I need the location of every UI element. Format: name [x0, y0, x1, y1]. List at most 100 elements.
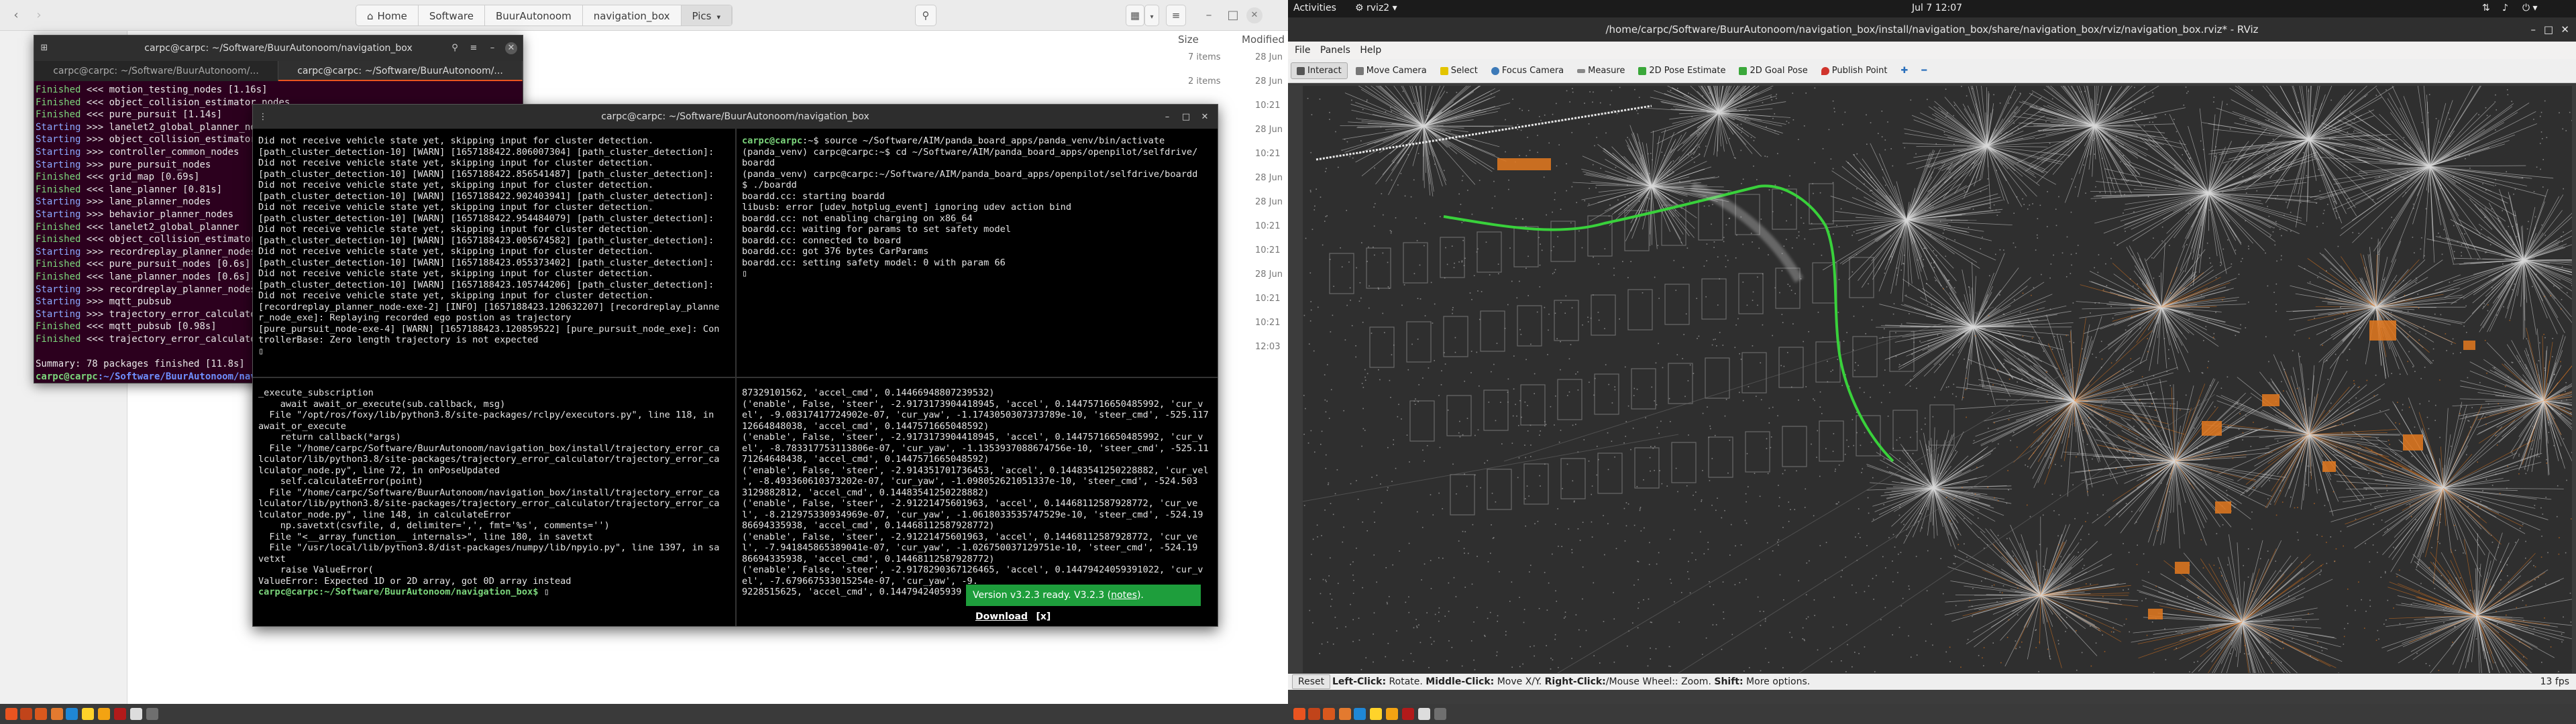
firefox-icon[interactable]: [1339, 708, 1351, 720]
app-icon[interactable]: [114, 708, 126, 720]
terminal-titlebar[interactable]: ⊞ carpc@carpc: ~/Software/BuurAutonoom/n…: [34, 36, 523, 61]
breadcrumb-navigation-box[interactable]: navigation_box: [582, 5, 682, 25]
terminal-line: lculator_node.py", line 72, in onPoseUpd…: [258, 465, 500, 476]
cursor: ▯: [742, 268, 748, 279]
row-modified: 28 Jun: [1255, 52, 1283, 62]
close-button[interactable]: ✕: [1246, 7, 1263, 23]
rviz-3d-viewport[interactable]: [1303, 86, 2572, 673]
terminal-line: 71264648438, 'accel_cmd', 0.144757166504…: [742, 454, 989, 465]
tool-2d-pose-estimate[interactable]: 2D Pose Estimate: [1633, 63, 1731, 78]
close-icon[interactable]: ✕: [505, 42, 517, 54]
dismiss-button[interactable]: [x]: [1036, 611, 1051, 622]
chrome-icon[interactable]: [82, 708, 94, 720]
download-link[interactable]: Download: [975, 611, 1028, 622]
detection-box: [2202, 421, 2222, 436]
files-icon[interactable]: [1308, 708, 1320, 720]
terminal-icon[interactable]: [35, 708, 47, 720]
tab-terminal-1[interactable]: carpc@carpc: ~/Software/BuurAutonoom/...: [34, 61, 278, 81]
app-icon[interactable]: [1386, 708, 1398, 720]
menu-panels[interactable]: Panels: [1320, 45, 1350, 56]
new-tab-icon[interactable]: ⊞: [38, 42, 50, 54]
terminal-line: vetxt: [258, 553, 286, 564]
vscode-icon[interactable]: [1354, 708, 1366, 720]
close-icon[interactable]: ✕: [2561, 17, 2569, 42]
row-modified: 28 Jun: [1255, 197, 1283, 207]
tool-interact[interactable]: Interact: [1291, 62, 1348, 79]
firefox-icon[interactable]: [51, 708, 63, 720]
rviz-active-icon[interactable]: [1434, 708, 1446, 720]
breadcrumb-home[interactable]: ⌂ Home: [356, 5, 419, 25]
app-menu[interactable]: ⚙ rviz2 ▾: [1355, 3, 1397, 13]
pane-top-right[interactable]: carpc@carpc:~$ source ~/Software/AIM/pan…: [737, 129, 1218, 377]
activities-button[interactable]: Activities: [1293, 3, 1336, 13]
pane-divider-horizontal[interactable]: [253, 377, 1218, 378]
vscode-icon[interactable]: [66, 708, 78, 720]
search-icon[interactable]: ⚲: [449, 42, 461, 54]
terminal-line: (panda_venv) carpc@carpc:~/Software/AIM/…: [742, 168, 1198, 180]
pane-bottom-left[interactable]: _execute_subscription await await_or_exe…: [253, 378, 735, 626]
terminal-line: self.calculateError(point): [258, 476, 423, 487]
volume-icon[interactable]: ♪: [2502, 3, 2508, 13]
breadcrumb-pics[interactable]: Pics ▾: [681, 5, 733, 25]
minimize-icon[interactable]: –: [2531, 17, 2536, 42]
view-options-button[interactable]: ▾: [1144, 5, 1159, 26]
rviz-titlebar[interactable]: /home/carpc/Software/BuurAutonoom/naviga…: [1288, 17, 2576, 42]
power-icon[interactable]: ⏻ ▾: [2522, 3, 2538, 13]
files-icon[interactable]: [20, 708, 32, 720]
back-button[interactable]: ‹: [5, 5, 27, 26]
menu-help[interactable]: Help: [1360, 45, 1381, 56]
forward-button[interactable]: ›: [28, 5, 50, 26]
add-tool-button[interactable]: ✚: [1895, 63, 1913, 78]
table-row[interactable]: 7 items 28 Jun: [1148, 52, 1288, 79]
hamburger-icon[interactable]: ≡: [468, 42, 480, 54]
tool-focus-camera[interactable]: Focus Camera: [1486, 63, 1569, 78]
pose-estimate-arrow-icon: [1638, 66, 1647, 75]
app-launcher-icon[interactable]: [5, 708, 17, 720]
menu-button[interactable]: ≡: [1166, 5, 1186, 26]
column-modified[interactable]: Modified: [1242, 34, 1285, 46]
clock[interactable]: Jul 7 12:07: [1912, 3, 1962, 13]
maximize-button[interactable]: □: [1222, 5, 1244, 26]
minimize-icon[interactable]: –: [1161, 111, 1173, 123]
app-icon[interactable]: [1402, 708, 1414, 720]
row-modified: 10:21: [1255, 294, 1281, 304]
minimize-button[interactable]: –: [1198, 5, 1220, 26]
app-icon[interactable]: [130, 708, 142, 720]
column-size[interactable]: Size: [1178, 34, 1199, 46]
row-modified: 10:21: [1255, 245, 1281, 255]
terminal-active-icon[interactable]: [146, 708, 158, 720]
search-button[interactable]: ⚲: [915, 5, 936, 26]
terminal-line: File "/home/carpc/Software/BuurAutonoom/…: [258, 442, 720, 454]
app-launcher-icon[interactable]: [1293, 708, 1305, 720]
tool-measure[interactable]: Measure: [1572, 63, 1630, 78]
menu-icon[interactable]: ⋮: [257, 111, 269, 123]
breadcrumb-buurautonoom[interactable]: BuurAutonoom: [484, 5, 583, 25]
tool-select[interactable]: Select: [1435, 63, 1483, 78]
terminal-icon[interactable]: [1323, 708, 1335, 720]
pane-top-left[interactable]: Did not receive vehicle state yet, skipp…: [253, 129, 735, 377]
view-grid-button[interactable]: ▦: [1126, 5, 1144, 26]
terminal-titlebar[interactable]: ⋮ carpc@carpc: ~/Software/BuurAutonoom/n…: [253, 105, 1218, 129]
tab-terminal-2[interactable]: carpc@carpc: ~/Software/BuurAutonoom/...: [278, 61, 523, 81]
maximize-icon[interactable]: □: [2544, 17, 2553, 42]
maximize-icon[interactable]: □: [1180, 111, 1192, 123]
select-icon: [1440, 66, 1448, 75]
breadcrumb-software[interactable]: Software: [418, 5, 485, 25]
tool-move-camera[interactable]: Move Camera: [1350, 63, 1432, 78]
menu-file[interactable]: File: [1295, 45, 1310, 56]
point-cloud-view[interactable]: [1303, 86, 2572, 673]
app-icon[interactable]: [98, 708, 110, 720]
chrome-icon[interactable]: [1370, 708, 1382, 720]
status-word: Finished: [36, 259, 81, 270]
tool-publish-point[interactable]: Publish Point: [1816, 63, 1893, 78]
reset-button[interactable]: Reset: [1292, 674, 1331, 689]
remove-tool-button[interactable]: ━: [1916, 63, 1932, 78]
app-icon[interactable]: [1418, 708, 1430, 720]
terminal-window-split[interactable]: ⋮ carpc@carpc: ~/Software/BuurAutonoom/n…: [252, 104, 1218, 627]
notes-link[interactable]: notes: [1111, 590, 1137, 601]
close-icon[interactable]: ✕: [1199, 111, 1211, 123]
network-icon[interactable]: ⇅: [2482, 3, 2490, 13]
table-row[interactable]: 2 items 28 Jun: [1148, 76, 1288, 103]
minimize-icon[interactable]: –: [486, 42, 498, 54]
tool-2d-goal-pose[interactable]: 2D Goal Pose: [1733, 63, 1813, 78]
